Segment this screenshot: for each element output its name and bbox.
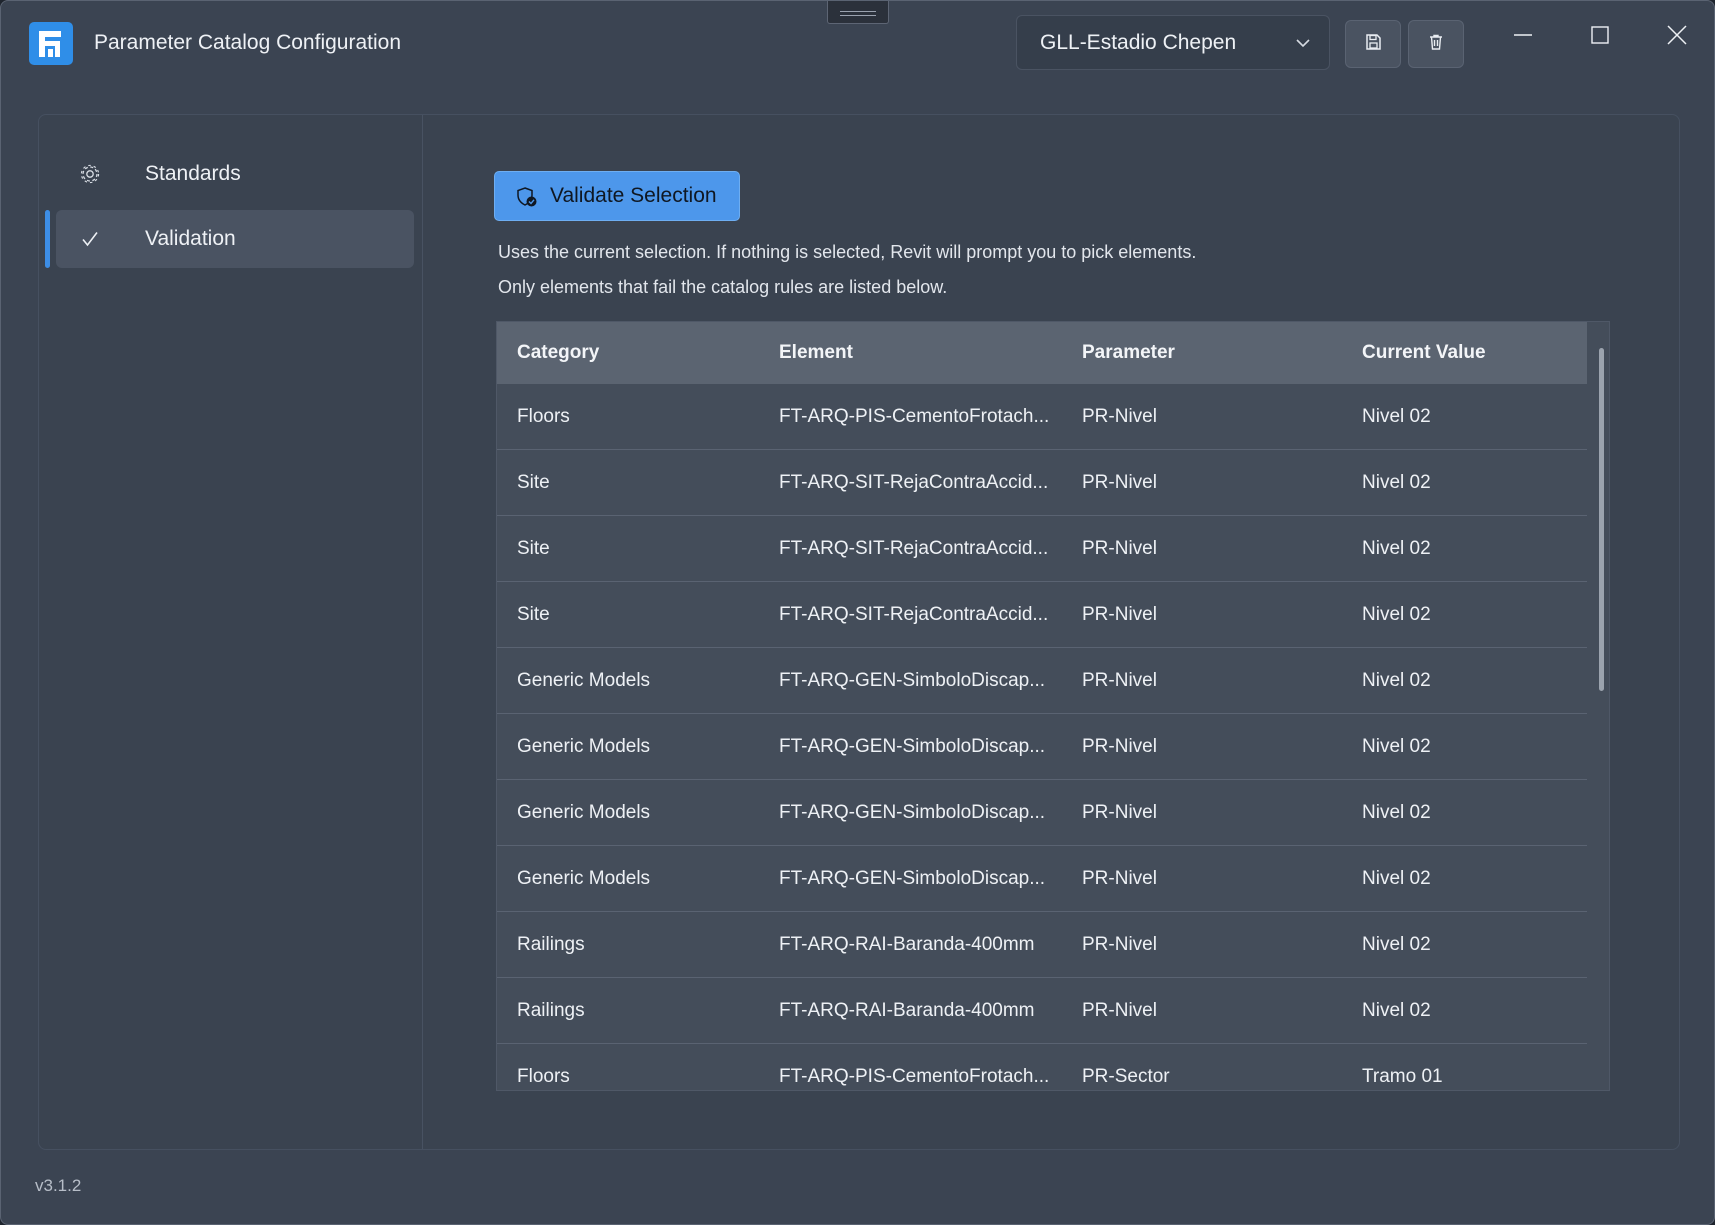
cell-current-value: Tramo 01: [1362, 1065, 1443, 1087]
cell-category: Site: [517, 471, 550, 493]
cell-category: Floors: [517, 1065, 570, 1087]
sidebar-item-label: Validation: [145, 227, 236, 250]
app-logo-icon: [29, 22, 73, 65]
table-row[interactable]: Railings FT-ARQ-RAI-Baranda-400mm PR-Nivel…: [497, 978, 1587, 1044]
cell-element: FT-ARQ-GEN-SimboloDiscap...: [779, 735, 1046, 757]
table-row[interactable]: Site FT-ARQ-SIT-RejaContraAccid... PR-Nive…: [497, 582, 1587, 648]
cell-current-value: Nivel 02: [1362, 933, 1431, 955]
cell-current-value: Nivel 02: [1362, 669, 1431, 691]
table-row[interactable]: Generic Models FT-ARQ-GEN-SimboloDiscap..…: [497, 846, 1587, 912]
app-window: Parameter Catalog Configuration GLL-Esta…: [0, 0, 1715, 1225]
cell-element: FT-ARQ-PIS-CementoFrotach...: [779, 1065, 1050, 1087]
cell-parameter: PR-Nivel: [1082, 999, 1157, 1021]
sidebar-item-label: Standards: [145, 162, 241, 185]
cell-category: Generic Models: [517, 801, 651, 823]
close-icon: [1666, 24, 1688, 51]
validate-selection-button[interactable]: Validate Selection: [494, 171, 740, 221]
table-header: Category Element Parameter Current Value: [497, 322, 1587, 384]
cell-parameter: PR-Nivel: [1082, 669, 1157, 691]
sidebar-item-standards[interactable]: Standards: [56, 145, 414, 203]
cell-element: FT-ARQ-RAI-Baranda-400mm: [779, 999, 1035, 1021]
failures-table: Category Element Parameter Current Value…: [496, 321, 1610, 1091]
cell-element: FT-ARQ-SIT-RejaContraAccid...: [779, 603, 1049, 625]
trash-icon: [1427, 33, 1445, 56]
sidebar: Standards Validation: [39, 115, 423, 1149]
cell-parameter: PR-Nivel: [1082, 801, 1157, 823]
version-label: v3.1.2: [35, 1176, 82, 1195]
cell-current-value: Nivel 02: [1362, 537, 1431, 559]
cell-current-value: Nivel 02: [1362, 603, 1431, 625]
minimize-button[interactable]: [1503, 19, 1543, 55]
cell-element: FT-ARQ-SIT-RejaContraAccid...: [779, 537, 1049, 559]
cell-parameter: PR-Nivel: [1082, 405, 1157, 427]
cell-parameter: PR-Sector: [1082, 1065, 1170, 1087]
project-select[interactable]: GLL-Estadio Chepen: [1016, 15, 1330, 70]
cell-current-value: Nivel 02: [1362, 801, 1431, 823]
cell-category: Floors: [517, 405, 570, 427]
column-header-category[interactable]: Category: [517, 342, 599, 364]
table-row[interactable]: Generic Models FT-ARQ-GEN-SimboloDiscap..…: [497, 714, 1587, 780]
window-drag-grip[interactable]: [827, 1, 889, 24]
cell-element: FT-ARQ-GEN-SimboloDiscap...: [779, 801, 1046, 823]
table-row[interactable]: Floors FT-ARQ-PIS-CementoFrotach... PR-Sec…: [497, 1044, 1587, 1090]
cell-element: FT-ARQ-RAI-Baranda-400mm: [779, 933, 1035, 955]
column-header-current-value[interactable]: Current Value: [1362, 342, 1486, 364]
save-button[interactable]: [1345, 20, 1401, 68]
project-select-value: GLL-Estadio Chepen: [1040, 30, 1237, 54]
sidebar-item-validation[interactable]: Validation: [56, 210, 414, 268]
cell-current-value: Nivel 02: [1362, 471, 1431, 493]
cell-current-value: Nivel 02: [1362, 405, 1431, 427]
table-row[interactable]: Site FT-ARQ-SIT-RejaContraAccid... PR-Nive…: [497, 516, 1587, 582]
cell-category: Site: [517, 603, 550, 625]
save-icon: [1364, 33, 1382, 56]
cell-category: Railings: [517, 999, 585, 1021]
close-button[interactable]: [1657, 19, 1697, 55]
cell-parameter: PR-Nivel: [1082, 537, 1157, 559]
cell-current-value: Nivel 02: [1362, 735, 1431, 757]
active-indicator: [45, 210, 50, 268]
table-row[interactable]: Site FT-ARQ-SIT-RejaContraAccid... PR-Nive…: [497, 450, 1587, 516]
validate-selection-label: Validate Selection: [550, 184, 717, 207]
cell-category: Railings: [517, 933, 585, 955]
gear-icon: [78, 162, 102, 186]
shield-check-icon: [516, 186, 538, 214]
column-header-parameter[interactable]: Parameter: [1082, 342, 1175, 364]
delete-button[interactable]: [1408, 20, 1464, 68]
maximize-icon: [1590, 25, 1610, 50]
table-row[interactable]: Floors FT-ARQ-PIS-CementoFrotach... PR-Niv…: [497, 384, 1587, 450]
cell-element: FT-ARQ-SIT-RejaContraAccid...: [779, 471, 1049, 493]
cell-parameter: PR-Nivel: [1082, 933, 1157, 955]
table-row[interactable]: Generic Models FT-ARQ-GEN-SimboloDiscap..…: [497, 648, 1587, 714]
chevron-down-icon: [1295, 33, 1311, 57]
maximize-button[interactable]: [1580, 19, 1620, 55]
cell-category: Generic Models: [517, 669, 651, 691]
column-header-element[interactable]: Element: [779, 342, 853, 364]
cell-category: Generic Models: [517, 867, 651, 889]
cell-parameter: PR-Nivel: [1082, 867, 1157, 889]
cell-element: FT-ARQ-PIS-CementoFrotach...: [779, 405, 1050, 427]
description-line-2: Only elements that fail the catalog rule…: [498, 277, 948, 297]
cell-current-value: Nivel 02: [1362, 999, 1431, 1021]
cell-parameter: PR-Nivel: [1082, 603, 1157, 625]
app-title: Parameter Catalog Configuration: [94, 31, 402, 54]
description-line-1: Uses the current selection. If nothing i…: [498, 242, 1197, 262]
table-row[interactable]: Generic Models FT-ARQ-GEN-SimboloDiscap..…: [497, 780, 1587, 846]
main-panel: Standards Validation Validate Selection …: [38, 114, 1680, 1150]
minimize-icon: [1513, 25, 1533, 50]
cell-current-value: Nivel 02: [1362, 867, 1431, 889]
cell-element: FT-ARQ-GEN-SimboloDiscap...: [779, 867, 1046, 889]
table-scrollbar[interactable]: [1599, 348, 1604, 691]
cell-parameter: PR-Nivel: [1082, 471, 1157, 493]
check-icon: [78, 227, 102, 251]
table-row[interactable]: Railings FT-ARQ-RAI-Baranda-400mm PR-Nivel…: [497, 912, 1587, 978]
cell-category: Generic Models: [517, 735, 651, 757]
cell-parameter: PR-Nivel: [1082, 735, 1157, 757]
cell-element: FT-ARQ-GEN-SimboloDiscap...: [779, 669, 1046, 691]
cell-category: Site: [517, 537, 550, 559]
